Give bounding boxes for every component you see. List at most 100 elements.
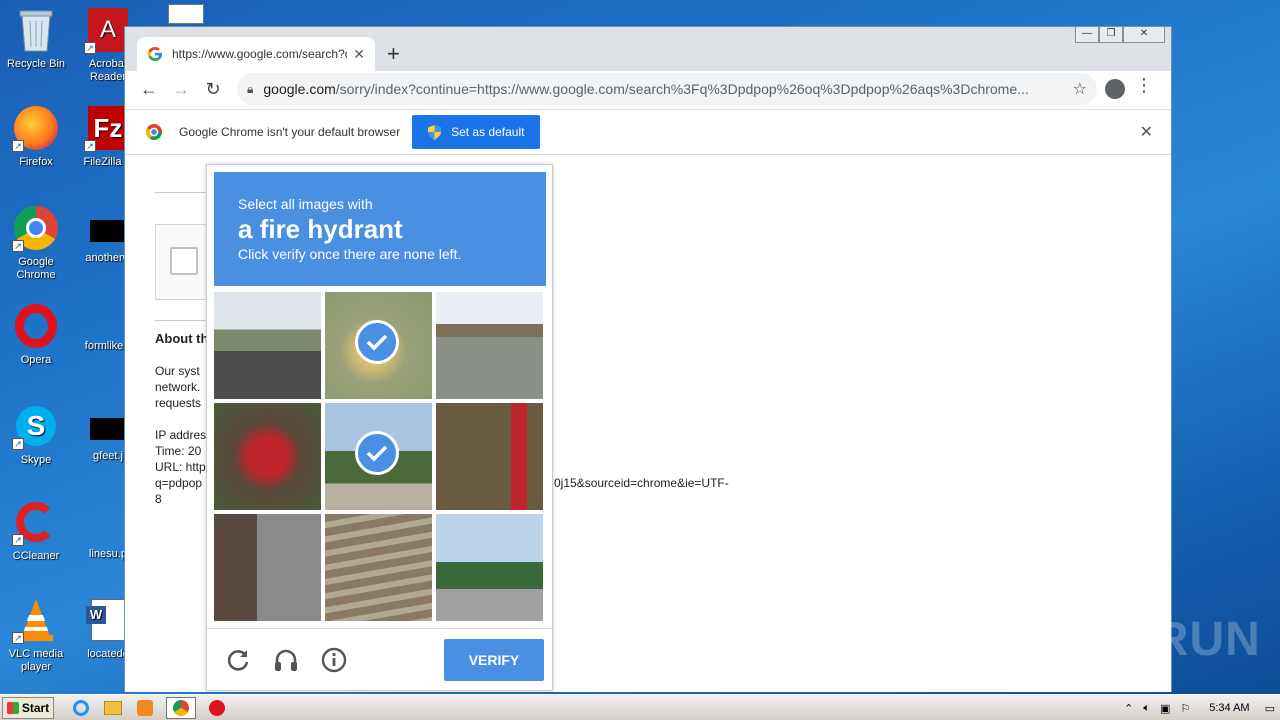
divider: [155, 320, 207, 321]
default-browser-infobar: Google Chrome isn't your default browser…: [125, 109, 1171, 155]
new-tab-button[interactable]: +: [387, 41, 400, 67]
url-host: google.com: [263, 81, 336, 97]
google-favicon-icon: [147, 47, 162, 61]
recycle-bin-icon: [12, 6, 60, 54]
desktop-icon-label: Firefox: [19, 156, 53, 168]
shortcut-arrow-icon: ↗: [84, 140, 96, 152]
page-line: Time: 20: [155, 444, 202, 458]
desktop-icon-opera[interactable]: Opera: [0, 302, 72, 367]
infobar-text: Google Chrome isn't your default browser: [179, 125, 401, 139]
desktop-icon-vlc[interactable]: ↗ VLC media player: [0, 596, 72, 674]
image-tile-selected[interactable]: [325, 292, 432, 399]
window-controls: — ❐ ✕: [1075, 27, 1165, 43]
desktop-icon-skype[interactable]: S ↗ Skype: [0, 402, 72, 467]
image-tile-selected[interactable]: [325, 403, 432, 510]
desktop-icon-file[interactable]: [150, 4, 222, 28]
reload-icon[interactable]: ↻: [197, 79, 229, 100]
network-icon[interactable]: ▣: [1160, 702, 1170, 715]
menu-kebab-icon[interactable]: ⋮: [1135, 75, 1153, 96]
desktop-icon-label: Skype: [20, 454, 52, 466]
close-window-button[interactable]: ✕: [1123, 27, 1165, 43]
image-tile[interactable]: [436, 403, 543, 510]
shortcut-arrow-icon: ↗: [12, 534, 24, 546]
set-as-default-button[interactable]: Set as default: [412, 115, 541, 149]
challenge-header: Select all images with a fire hydrant Cl…: [214, 172, 546, 286]
skype-icon: S ↗: [12, 402, 60, 450]
taskbar: Start ⌃ 🔈︎ ▣ ⚐ 5:34 AM ▭: [0, 694, 1280, 720]
desktop-icon-firefox[interactable]: ↗ Firefox: [0, 104, 72, 169]
image-tile[interactable]: [214, 514, 321, 621]
minimize-button[interactable]: —: [1075, 27, 1099, 43]
instruction-line3: Click verify once there are none left.: [238, 246, 462, 262]
image-tile[interactable]: [214, 403, 321, 510]
desktop-icon-label: Recycle Bin: [6, 58, 66, 70]
restore-button[interactable]: ❐: [1099, 27, 1123, 43]
reload-challenge-icon[interactable]: [225, 647, 251, 673]
image-tile[interactable]: [325, 514, 432, 621]
start-button[interactable]: Start: [2, 696, 54, 719]
verify-button[interactable]: VERIFY: [444, 639, 544, 681]
opera-icon: [12, 302, 60, 350]
audio-challenge-headphones-icon[interactable]: [273, 647, 299, 673]
desktop-icon-chrome[interactable]: ↗ Google Chrome: [0, 204, 72, 282]
page-line: Our syst: [155, 364, 200, 378]
desktop-icon-label: Google Chrome: [16, 256, 56, 281]
checkmark-icon: [355, 320, 399, 364]
close-tab-icon[interactable]: ✕: [353, 46, 365, 63]
shortcut-arrow-icon: ↗: [12, 240, 24, 252]
opera-taskbar-icon[interactable]: [206, 697, 228, 719]
desktop-icon-label: VLC media player: [8, 648, 64, 673]
desktop-icon-label: CCleaner: [12, 550, 60, 562]
show-desktop-icon[interactable]: ▭: [1265, 702, 1275, 715]
lock-icon: 🔒︎: [247, 81, 254, 96]
profile-avatar-icon[interactable]: [1105, 79, 1125, 99]
internet-explorer-icon[interactable]: [70, 697, 92, 719]
forward-arrow-icon[interactable]: →: [165, 79, 197, 100]
browser-toolbar: ← → ↻ 🔒︎ google.com/sorry/index?continue…: [125, 71, 1171, 107]
address-bar[interactable]: 🔒︎ google.com/sorry/index?continue=https…: [237, 73, 1097, 105]
shortcut-arrow-icon: ↗: [12, 438, 24, 450]
browser-tab[interactable]: https://www.google.com/search?q= ✕: [137, 37, 375, 71]
desktop-icon-recycle-bin[interactable]: Recycle Bin: [0, 6, 72, 71]
folder-icon[interactable]: [102, 697, 124, 719]
instruction-line1: Select all images with: [238, 196, 373, 212]
recaptcha-challenge: Select all images with a fire hydrant Cl…: [206, 164, 553, 691]
close-infobar-icon[interactable]: ✕: [1140, 122, 1153, 142]
bookmark-star-icon[interactable]: ☆: [1072, 79, 1087, 99]
chrome-logo-icon: [145, 124, 162, 140]
chrome-icon: ↗: [12, 204, 60, 252]
page-line: requests: [155, 396, 202, 410]
show-hidden-icons-icon[interactable]: ⌃: [1124, 702, 1133, 715]
recaptcha-checkbox[interactable]: [170, 247, 198, 275]
image-tile[interactable]: [436, 292, 543, 399]
info-icon[interactable]: [321, 647, 347, 673]
media-player-icon[interactable]: [134, 697, 156, 719]
firefox-icon: ↗: [12, 104, 60, 152]
image-tile[interactable]: [436, 514, 543, 621]
shortcut-arrow-icon: ↗: [84, 42, 96, 54]
instruction-target: a fire hydrant: [238, 214, 403, 244]
url-tail: 0j15&sourceid=chrome&ie=UTF-: [554, 476, 729, 490]
anyrun-watermark: ANY RUN: [1036, 613, 1261, 666]
page-line: IP addres: [155, 428, 207, 442]
page-line: URL: http: [155, 460, 206, 474]
action-center-flag-icon[interactable]: ⚐: [1180, 702, 1190, 715]
windows-flag-icon: [6, 701, 19, 714]
clock[interactable]: 5:34 AM: [1209, 702, 1249, 714]
chrome-taskbar-icon[interactable]: [166, 696, 196, 719]
challenge-footer: VERIFY: [207, 628, 552, 691]
start-label: Start: [21, 700, 50, 715]
document-icon: [162, 4, 210, 24]
divider: [155, 192, 207, 193]
page-line: q=pdpop: [155, 476, 203, 490]
back-arrow-icon[interactable]: ←: [133, 79, 165, 100]
image-tile[interactable]: [214, 292, 321, 399]
set-as-default-label: Set as default: [451, 125, 525, 139]
desktop-icon-label: Opera: [20, 354, 52, 366]
checkmark-icon: [355, 431, 399, 475]
shortcut-arrow-icon: ↗: [12, 140, 24, 152]
desktop-icon-ccleaner[interactable]: ↗ CCleaner: [0, 498, 72, 563]
url-path: /sorry/index?continue=https://www.google…: [335, 81, 1029, 97]
volume-icon[interactable]: 🔈︎: [1143, 702, 1150, 715]
page-line: network.: [155, 380, 201, 394]
